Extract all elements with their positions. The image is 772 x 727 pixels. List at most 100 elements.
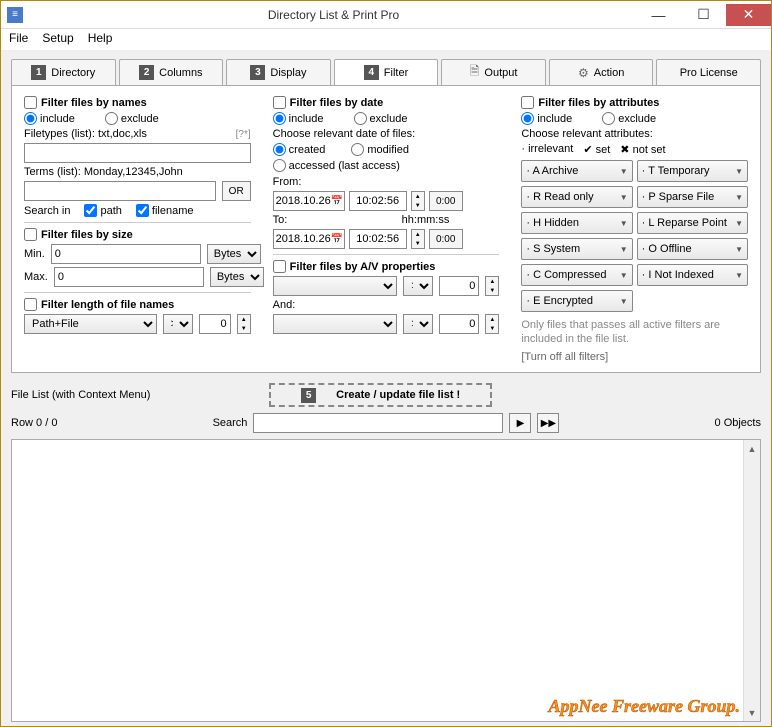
scroll-up-button[interactable]: ▲ — [744, 440, 760, 457]
turnoff-filters-link[interactable]: [Turn off all filters] — [521, 351, 748, 363]
filter-date-checkbox[interactable] — [273, 96, 286, 109]
av-op1-select[interactable]: > = — [403, 276, 433, 296]
size-max-input[interactable] — [54, 267, 204, 287]
terms-input[interactable] — [24, 181, 216, 201]
filter-note: Only files that passes all active filter… — [521, 318, 748, 347]
chevron-down-icon: ▼ — [735, 167, 743, 176]
names-exclude-radio[interactable] — [105, 112, 118, 125]
or-button[interactable]: OR — [222, 181, 251, 201]
length-spinner[interactable]: ▲▼ — [237, 314, 251, 334]
chevron-down-icon: ▼ — [620, 271, 628, 280]
object-count: 0 Objects — [715, 417, 761, 429]
gear-icon: ⚙ — [578, 66, 589, 80]
filter-panel: Filter files by names include exclude Fi… — [11, 85, 761, 373]
date-modified-radio[interactable] — [351, 143, 364, 156]
size-min-input[interactable] — [51, 244, 201, 264]
close-button[interactable]: ✕ — [726, 4, 771, 26]
av-val2-input[interactable] — [439, 314, 479, 334]
av-prop2-select[interactable] — [273, 314, 398, 334]
to-date-input[interactable]: 2018.10.26📅 — [273, 229, 345, 249]
col-date: Filter files by date include exclude Cho… — [273, 96, 500, 363]
content-area: 1Directory 2Columns 3Display 4Filter 🗎Ou… — [1, 51, 771, 726]
filter-names-checkbox[interactable] — [24, 96, 37, 109]
av-spin2[interactable]: ▲▼ — [485, 314, 499, 334]
scroll-down-button[interactable]: ▼ — [744, 704, 760, 721]
menu-setup[interactable]: Setup — [42, 31, 73, 48]
av-op2-select[interactable]: > = — [403, 314, 433, 334]
create-filelist-button[interactable]: 5 Create / update file list ! — [269, 383, 492, 407]
date-created-radio[interactable] — [273, 143, 286, 156]
date-accessed-radio[interactable] — [273, 159, 286, 172]
tab-columns[interactable]: 2Columns — [119, 59, 224, 85]
date-exclude-radio[interactable] — [354, 112, 367, 125]
from-date-input[interactable]: 2018.10.26📅 — [273, 191, 345, 211]
attr-readonly[interactable]: · R Read only▼ — [521, 186, 632, 208]
path-checkbox[interactable] — [84, 204, 97, 217]
to-zero-button[interactable]: 0:00 — [429, 229, 463, 249]
filetypes-input[interactable] — [24, 143, 251, 163]
legend-irrelevant: · irrelevant — [521, 143, 573, 156]
search-next-button[interactable]: ▶ — [509, 413, 531, 433]
watermark: AppNee Freeware Group. — [549, 696, 741, 717]
minimize-button[interactable]: — — [636, 4, 681, 26]
vertical-scrollbar[interactable]: ▲ ▼ — [743, 440, 760, 721]
filter-av-checkbox[interactable] — [273, 260, 286, 273]
size-max-unit[interactable]: Bytes — [210, 267, 264, 287]
to-time-input[interactable] — [349, 229, 407, 249]
filter-length-checkbox[interactable] — [24, 298, 37, 311]
tab-bar: 1Directory 2Columns 3Display 4Filter 🗎Ou… — [11, 59, 761, 85]
filename-checkbox[interactable] — [136, 204, 149, 217]
legend-notset: ✖ not set — [620, 143, 665, 156]
attr-offline[interactable]: · O Offline▼ — [637, 238, 748, 260]
window-title: Directory List & Print Pro — [31, 8, 636, 22]
row-counter: Row 0 / 0 — [11, 417, 57, 429]
attr-sparse[interactable]: · P Sparse File▼ — [637, 186, 748, 208]
chevron-down-icon: ▼ — [620, 167, 628, 176]
search-last-button[interactable]: ▶▶ — [537, 413, 559, 433]
tab-display[interactable]: 3Display — [226, 59, 331, 85]
length-value-input[interactable] — [199, 314, 231, 334]
chevron-down-icon: ▼ — [735, 193, 743, 202]
attr-compressed[interactable]: · C Compressed▼ — [521, 264, 632, 286]
attr-include-radio[interactable] — [521, 112, 534, 125]
chevron-down-icon: ▼ — [735, 219, 743, 228]
names-include-radio[interactable] — [24, 112, 37, 125]
legend-set: ✔ set — [583, 143, 610, 156]
attr-temporary[interactable]: · T Temporary▼ — [637, 160, 748, 182]
from-time-spinner[interactable]: ▲▼ — [411, 191, 425, 211]
length-op-select[interactable]: > = — [163, 314, 193, 334]
date-include-radio[interactable] — [273, 112, 286, 125]
attr-notindexed[interactable]: · I Not Indexed▼ — [637, 264, 748, 286]
tab-pro-license[interactable]: Pro License — [656, 59, 761, 85]
attr-archive[interactable]: · A Archive▼ — [521, 160, 632, 182]
length-target-select[interactable]: Path+File — [24, 314, 157, 334]
tab-output[interactable]: 🗎Output — [441, 59, 546, 85]
tab-filter[interactable]: 4Filter — [334, 59, 439, 85]
search-label: Search — [213, 417, 248, 429]
chevron-down-icon: ▼ — [620, 219, 628, 228]
search-input[interactable] — [253, 413, 503, 433]
menu-help[interactable]: Help — [88, 31, 113, 48]
tab-action[interactable]: ⚙Action — [549, 59, 654, 85]
filter-attr-checkbox[interactable] — [521, 96, 534, 109]
doc-icon: 🗎 — [470, 62, 480, 83]
menu-file[interactable]: File — [9, 31, 28, 48]
size-min-unit[interactable]: Bytes — [207, 244, 261, 264]
to-time-spinner[interactable]: ▲▼ — [411, 229, 425, 249]
maximize-button[interactable]: ☐ — [681, 4, 726, 26]
file-list-area[interactable]: ▲ ▼ AppNee Freeware Group. — [11, 439, 761, 722]
titlebar: ≡ Directory List & Print Pro — ☐ ✕ — [1, 1, 771, 29]
av-spin1[interactable]: ▲▼ — [485, 276, 499, 296]
from-time-input[interactable] — [349, 191, 407, 211]
filter-size-checkbox[interactable] — [24, 228, 37, 241]
attr-encrypted[interactable]: · E Encrypted▼ — [521, 290, 632, 312]
chevron-down-icon: ▼ — [620, 193, 628, 202]
av-val1-input[interactable] — [439, 276, 479, 296]
av-prop1-select[interactable] — [273, 276, 398, 296]
attr-exclude-radio[interactable] — [602, 112, 615, 125]
attr-reparse[interactable]: · L Reparse Point▼ — [637, 212, 748, 234]
from-zero-button[interactable]: 0:00 — [429, 191, 463, 211]
tab-directory[interactable]: 1Directory — [11, 59, 116, 85]
attr-hidden[interactable]: · H Hidden▼ — [521, 212, 632, 234]
attr-system[interactable]: · S System▼ — [521, 238, 632, 260]
